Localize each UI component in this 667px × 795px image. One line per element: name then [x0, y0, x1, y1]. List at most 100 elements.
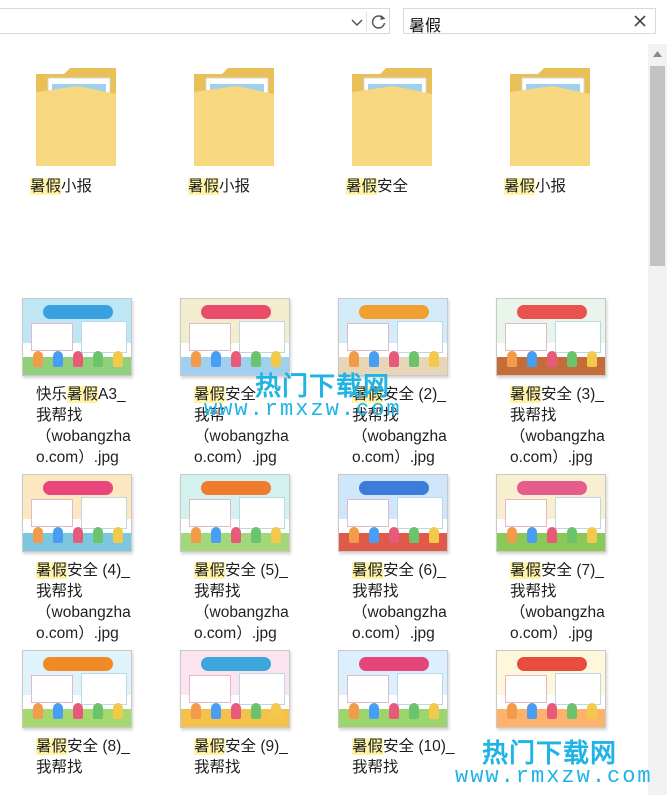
- thumbnail-figure: [211, 527, 221, 543]
- image-thumbnail[interactable]: [22, 474, 132, 552]
- label-text: 安全 (4)_: [67, 562, 130, 579]
- thumbnail-figure: [587, 703, 597, 719]
- folder-icon: [194, 68, 274, 166]
- search-highlight: 暑假: [194, 562, 226, 579]
- scroll-up-icon[interactable]: [653, 50, 662, 57]
- thumbnail-panel: [31, 499, 73, 527]
- file-label: 暑假安全 (6)_: [352, 560, 446, 581]
- thumbnail-figure: [231, 351, 241, 367]
- label-text: 小报: [219, 178, 251, 195]
- image-thumbnail[interactable]: [22, 298, 132, 376]
- thumbnail-figure: [587, 527, 597, 543]
- thumbnail-panel: [555, 497, 601, 529]
- file-label-line: o.com）.jpg: [510, 449, 593, 466]
- search-box[interactable]: 暑假: [403, 8, 656, 36]
- thumbnail-figure: [429, 703, 439, 719]
- thumbnail-figure: [73, 351, 83, 367]
- thumbnail-figure: [429, 351, 439, 367]
- address-bar[interactable]: [0, 8, 390, 34]
- thumbnail-panel: [347, 675, 389, 703]
- thumbnail-panel: [397, 673, 443, 705]
- folder-icon: [352, 68, 432, 166]
- file-label-line: o.com）.jpg: [36, 449, 119, 466]
- close-icon[interactable]: [632, 13, 648, 29]
- thumbnail-figure: [93, 527, 103, 543]
- file-label-line: 我帮找: [194, 583, 241, 600]
- thumbnail-banner: [359, 305, 429, 319]
- vertical-scrollbar[interactable]: [648, 44, 667, 795]
- thumbnail-panel: [505, 499, 547, 527]
- thumbnail-figure: [567, 351, 577, 367]
- image-thumbnail[interactable]: [496, 650, 606, 728]
- thumbnail-banner: [517, 305, 587, 319]
- thumbnail-figure: [349, 527, 359, 543]
- thumbnail-figure: [369, 703, 379, 719]
- thumbnail-banner: [43, 657, 113, 671]
- thumbnail-figure: [389, 703, 399, 719]
- image-thumbnail[interactable]: [22, 650, 132, 728]
- image-thumbnail[interactable]: [338, 474, 448, 552]
- search-highlight: 暑假: [504, 178, 536, 195]
- file-label-line: （wobangzha: [36, 428, 131, 445]
- thumbnail-figure: [409, 527, 419, 543]
- thumbnail-figure: [369, 527, 379, 543]
- thumbnail-figure: [231, 703, 241, 719]
- thumbnail-figure: [527, 527, 537, 543]
- thumbnail-banner: [43, 305, 113, 319]
- thumbnail-panel: [555, 321, 601, 353]
- thumbnail-figure: [429, 527, 439, 543]
- file-label: 快乐暑假A3_: [36, 384, 126, 405]
- file-label-line: （wobangzha: [352, 604, 447, 621]
- thumbnail-figure: [93, 351, 103, 367]
- label-text: 安全 (10)_: [383, 738, 455, 755]
- thumbnail-figure: [113, 703, 123, 719]
- file-label-line: （wobangzha: [510, 604, 605, 621]
- thumbnail-figure: [113, 527, 123, 543]
- file-label-line: 我帮找: [510, 583, 557, 600]
- thumbnail-figure: [33, 703, 43, 719]
- search-highlight: 暑假: [188, 178, 220, 195]
- file-label-line: 我帮找: [194, 759, 241, 776]
- thumbnail-panel: [505, 323, 547, 351]
- file-label-line: 我帮找: [36, 407, 83, 424]
- file-label: 暑假安全 (4)_: [36, 560, 130, 581]
- image-thumbnail[interactable]: [496, 474, 606, 552]
- refresh-icon[interactable]: [369, 12, 389, 32]
- label-text: 安全: [377, 178, 409, 195]
- search-input[interactable]: 暑假: [409, 12, 441, 36]
- search-highlight: 暑假: [67, 386, 99, 403]
- thumbnail-panel: [239, 673, 285, 705]
- thumbnail-figure: [251, 527, 261, 543]
- scrollbar-thumb[interactable]: [650, 66, 665, 266]
- thumbnail-figure: [33, 351, 43, 367]
- search-highlight: 暑假: [352, 738, 384, 755]
- thumbnail-figure: [587, 351, 597, 367]
- thumbnail-banner: [201, 657, 271, 671]
- thumbnail-banner: [201, 481, 271, 495]
- thumbnail-panel: [81, 321, 127, 353]
- thumbnail-figure: [507, 527, 517, 543]
- thumbnail-panel: [347, 499, 389, 527]
- thumbnail-panel: [505, 675, 547, 703]
- search-highlight: 暑假: [346, 178, 378, 195]
- chevron-down-icon[interactable]: [348, 13, 366, 31]
- image-thumbnail[interactable]: [338, 298, 448, 376]
- thumbnail-figure: [191, 527, 201, 543]
- file-label-line: 我帮找: [36, 583, 83, 600]
- thumbnail-figure: [547, 703, 557, 719]
- file-label: 暑假安全 (9)_: [194, 736, 288, 757]
- file-label: 暑假安全 (5)_: [194, 560, 288, 581]
- image-thumbnail[interactable]: [180, 474, 290, 552]
- thumbnail-banner: [517, 481, 587, 495]
- thumbnail-figure: [251, 351, 261, 367]
- file-label-line: o.com）.jpg: [352, 449, 435, 466]
- image-thumbnail[interactable]: [180, 650, 290, 728]
- image-thumbnail[interactable]: [496, 298, 606, 376]
- thumbnail-figure: [389, 351, 399, 367]
- image-thumbnail[interactable]: [180, 298, 290, 376]
- label-text: 安全 (3)_: [541, 386, 604, 403]
- thumbnail-figure: [369, 351, 379, 367]
- thumbnail-figure: [547, 527, 557, 543]
- image-thumbnail[interactable]: [338, 650, 448, 728]
- thumbnail-figure: [409, 703, 419, 719]
